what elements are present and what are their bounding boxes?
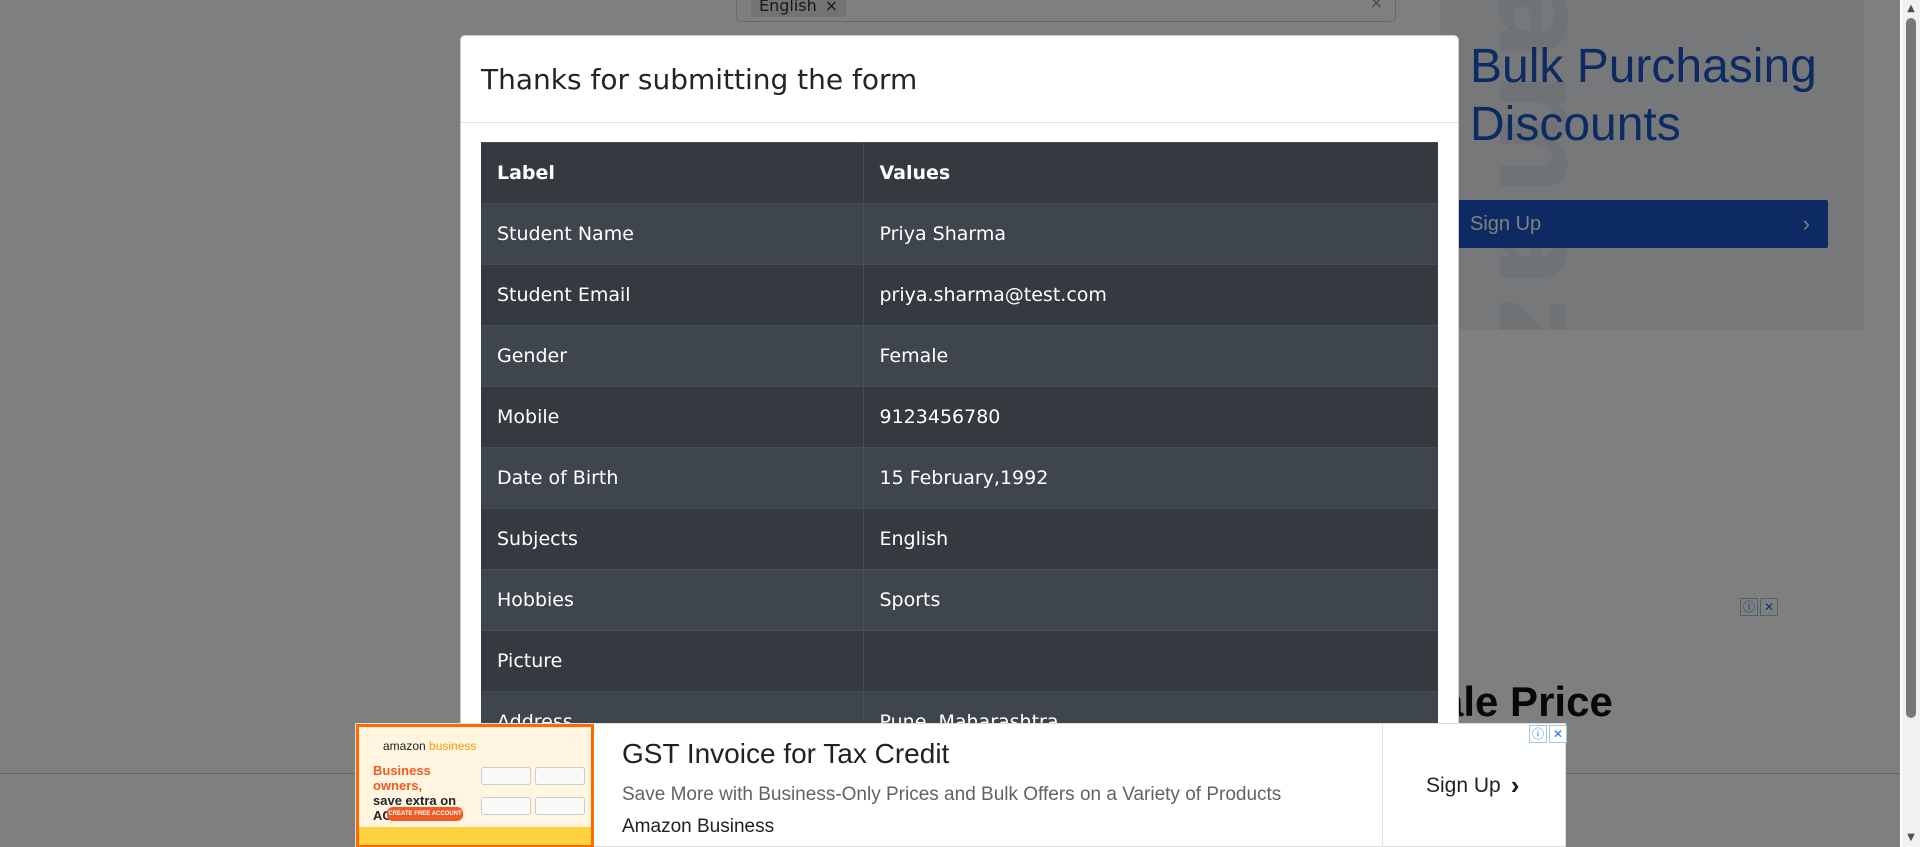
results-table: Label Values Student Name Priya Sharma S… bbox=[481, 142, 1438, 753]
table-row: Student Name Priya Sharma bbox=[481, 203, 1438, 265]
bottom-ad-banner[interactable]: amazon business Business owners, save ex… bbox=[355, 723, 1567, 847]
row-label: Gender bbox=[481, 325, 864, 387]
column-header-label: Label bbox=[481, 142, 864, 204]
amazon-business-logo: amazon business bbox=[383, 739, 477, 753]
bottom-ad-signup-label: Sign Up bbox=[1426, 773, 1501, 797]
row-label: Mobile bbox=[481, 386, 864, 448]
row-label: Student Email bbox=[481, 264, 864, 326]
bottom-ad-badges: ⓘ ✕ bbox=[1529, 725, 1567, 743]
bottom-ad-brand: Amazon Business bbox=[622, 816, 775, 837]
ad-info-icon[interactable]: ⓘ bbox=[1529, 725, 1547, 743]
bottom-ad-description: Save More with Business-Only Prices and … bbox=[622, 784, 1282, 805]
table-row: Mobile 9123456780 bbox=[481, 386, 1438, 448]
scroll-down-arrow-icon[interactable]: ▼ bbox=[1902, 829, 1920, 847]
row-label: Subjects bbox=[481, 508, 864, 570]
row-value: Female bbox=[863, 325, 1438, 387]
table-header-row: Label Values bbox=[481, 142, 1438, 204]
ad-offer-strip bbox=[359, 827, 591, 845]
row-label: Hobbies bbox=[481, 569, 864, 631]
table-row: Student Email priya.sharma@test.com bbox=[481, 264, 1438, 326]
modal-header: Thanks for submitting the form bbox=[461, 36, 1458, 123]
row-value: English bbox=[863, 508, 1438, 570]
ad-close-icon[interactable]: ✕ bbox=[1549, 725, 1567, 743]
table-row: Hobbies Sports bbox=[481, 569, 1438, 631]
bottom-ad-signup-button[interactable]: Sign Up › bbox=[1426, 770, 1519, 801]
table-row: Subjects English bbox=[481, 508, 1438, 570]
row-label: Picture bbox=[481, 630, 864, 692]
row-value: 15 February,1992 bbox=[863, 447, 1438, 509]
chevron-right-icon: › bbox=[1510, 770, 1520, 800]
column-header-values: Values bbox=[863, 142, 1438, 204]
table-row: Date of Birth 15 February,1992 bbox=[481, 447, 1438, 509]
table-row: Picture bbox=[481, 630, 1438, 692]
ac-unit-image bbox=[481, 767, 531, 785]
modal-title: Thanks for submitting the form bbox=[481, 62, 918, 96]
row-label: Student Name bbox=[481, 203, 864, 265]
ac-unit-image bbox=[535, 797, 585, 815]
ac-unit-image bbox=[535, 767, 585, 785]
ad-image-cta: CREATE FREE ACCOUNT bbox=[387, 807, 463, 821]
bottom-ad-title[interactable]: GST Invoice for Tax Credit bbox=[622, 738, 1281, 770]
row-value: priya.sharma@test.com bbox=[863, 264, 1438, 326]
modal-body: Label Values Student Name Priya Sharma S… bbox=[461, 123, 1458, 772]
row-label: Date of Birth bbox=[481, 447, 864, 509]
bottom-ad-text: GST Invoice for Tax Credit Save More wit… bbox=[622, 738, 1281, 838]
scrollbar-thumb[interactable] bbox=[1906, 18, 1916, 718]
bottom-ad-image[interactable]: amazon business Business owners, save ex… bbox=[356, 724, 594, 847]
row-value: Priya Sharma bbox=[863, 203, 1438, 265]
page-scrollbar[interactable]: ▲ ▼ bbox=[1902, 0, 1920, 847]
row-value: 9123456780 bbox=[863, 386, 1438, 448]
row-value bbox=[863, 630, 1438, 692]
ac-unit-image bbox=[481, 797, 531, 815]
scroll-up-arrow-icon[interactable]: ▲ bbox=[1902, 0, 1920, 18]
ad-divider bbox=[1382, 724, 1383, 847]
row-value: Sports bbox=[863, 569, 1438, 631]
table-row: Gender Female bbox=[481, 325, 1438, 387]
